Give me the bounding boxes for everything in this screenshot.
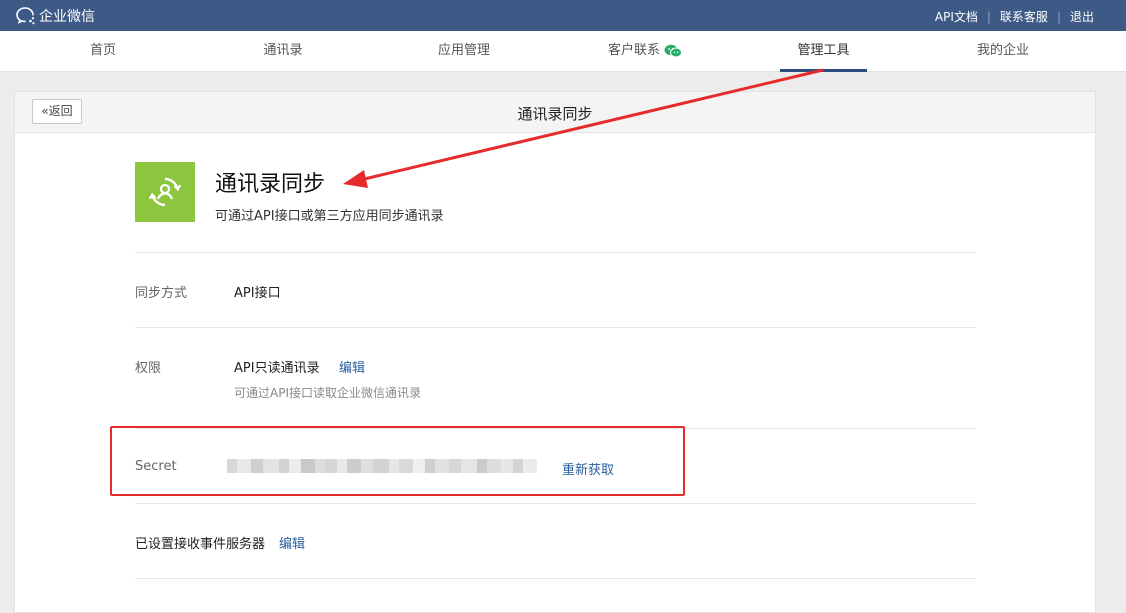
event-server-label: 已设置接收事件服务器 [135, 537, 266, 552]
tab-home[interactable]: 首页 [70, 31, 136, 71]
sync-method-label: 同步方式 [135, 286, 188, 301]
tab-app-management[interactable]: 应用管理 [424, 31, 504, 71]
wework-logo-icon [16, 7, 35, 25]
content-card: «返回 通讯录同步 通讯录同步 可通过API接口或第三方应用同步通讯录 同步方式… [14, 91, 1096, 613]
tab-contacts[interactable]: 通讯录 [250, 31, 316, 71]
page-title: 通讯录同步 [517, 105, 593, 123]
main-nav: 首页 通讯录 应用管理 客户联系 管理工具 我的企业 [0, 31, 1126, 72]
divider [135, 252, 975, 253]
top-bar: 企业微信 API文档 | 联系客服 | 退出 [0, 0, 1126, 31]
tab-customer-contact[interactable]: 客户联系 [600, 31, 690, 71]
card-header: «返回 通讯录同步 [15, 92, 1095, 133]
app-description: 可通过API接口或第三方应用同步通讯录 [215, 209, 444, 224]
divider [135, 327, 975, 328]
contact-sync-icon [148, 177, 182, 207]
event-server-edit-link[interactable]: 编辑 [279, 533, 305, 552]
tab-label: 应用管理 [437, 43, 490, 58]
top-links: API文档 | 联系客服 | 退出 [935, 8, 1094, 25]
permission-edit-link[interactable]: 编辑 [339, 357, 365, 376]
tab-label: 首页 [89, 43, 116, 58]
permission-description: 可通过API接口读取企业微信通讯录 [234, 386, 421, 400]
divider: | [986, 9, 991, 24]
tab-label: 管理工具 [797, 43, 850, 58]
divider: | [1056, 9, 1061, 24]
annotation-highlight-box [110, 426, 685, 496]
tab-label: 通讯录 [263, 43, 303, 58]
tab-label: 我的企业 [976, 43, 1029, 58]
permission-value: API只读通讯录 [234, 361, 320, 376]
logout-link[interactable]: 退出 [1070, 8, 1094, 25]
divider [135, 578, 975, 579]
divider [135, 503, 975, 504]
contact-support-link[interactable]: 联系客服 [1000, 8, 1048, 25]
wechat-icon [664, 44, 682, 57]
sync-method-value: API接口 [234, 286, 281, 301]
permission-label: 权限 [135, 361, 162, 376]
brand-name: 企业微信 [39, 9, 95, 25]
brand-logo[interactable]: 企业微信 [14, 5, 95, 27]
app-name: 通讯录同步 [215, 172, 326, 197]
tab-label: 客户联系 [607, 43, 660, 58]
sync-app-icon [135, 162, 195, 222]
tab-my-company[interactable]: 我的企业 [970, 31, 1036, 71]
api-docs-link[interactable]: API文档 [935, 8, 978, 25]
tab-admin-tools[interactable]: 管理工具 [780, 31, 867, 72]
